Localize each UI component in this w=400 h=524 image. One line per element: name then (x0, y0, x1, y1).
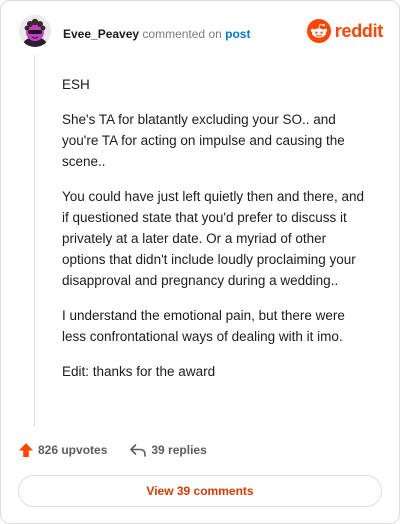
commented-on-text: commented on (139, 27, 226, 41)
reddit-logo-icon (306, 19, 331, 43)
reply-button[interactable]: 39 replies (129, 442, 207, 458)
post-link[interactable]: post (225, 27, 250, 41)
comment-paragraph: She's TA for blatantly excluding your SO… (62, 112, 345, 169)
user-avatar[interactable] (19, 15, 51, 47)
comment-body: ESH She's TA for blatantly excluding you… (62, 74, 368, 396)
upvote-count: 826 upvotes (38, 443, 108, 457)
reply-count: 39 replies (151, 443, 207, 457)
username-link[interactable]: Evee_Peavey (63, 27, 139, 41)
reply-arrow-icon (130, 444, 147, 457)
comment-paragraph: Edit: thanks for the award (62, 364, 216, 379)
comment-actions: 826 upvotes 39 replies (18, 442, 229, 458)
upvote-button[interactable]: 826 upvotes (18, 442, 107, 458)
comment-meta: Evee_Peavey commented on post (63, 27, 250, 41)
view-comments-button[interactable]: View 39 comments (18, 475, 382, 507)
comment-paragraph: I understand the emotional pain, but the… (62, 308, 345, 344)
comment-paragraph: ESH (62, 77, 90, 92)
reddit-wordmark: reddit (334, 20, 384, 41)
upvote-arrow-icon (19, 443, 33, 457)
comment-paragraph: You could have just left quietly then an… (62, 189, 364, 288)
thread-line[interactable] (34, 55, 35, 427)
reddit-logo[interactable]: reddit (306, 19, 384, 43)
comment-card: Evee_Peavey commented on post reddit ESH… (0, 0, 400, 524)
view-comments-label: View 39 comments (146, 484, 254, 498)
comment-header: Evee_Peavey commented on post reddit (19, 15, 383, 55)
snoo-avatar-icon (19, 15, 51, 47)
